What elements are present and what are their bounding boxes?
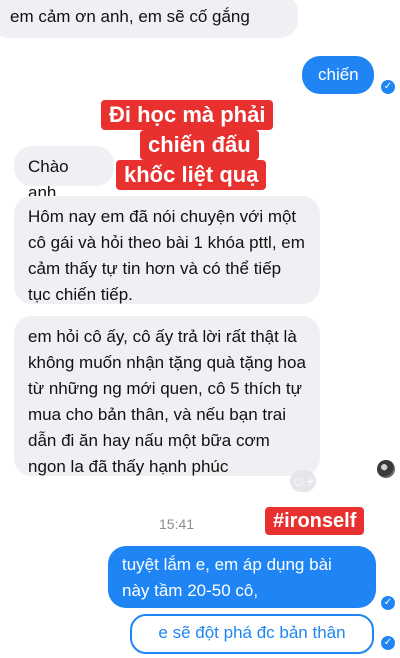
message-text: Hôm nay em đã nói chuyện với một cô gái …	[28, 207, 305, 304]
message-text: em hỏi cô ấy, cô ấy trả lời rất thật là …	[28, 327, 306, 476]
caption-line-2: chiến đấu	[140, 130, 259, 160]
hashtag-badge: #ironself	[265, 507, 365, 535]
incoming-message: Chào anh	[14, 146, 114, 202]
message-text: chiến	[318, 65, 359, 84]
caption-line-3: khốc liệt quạ	[116, 160, 267, 190]
outgoing-message: chiến	[302, 56, 374, 94]
outgoing-message: e sẽ đột phá đc bản thân	[130, 614, 374, 654]
message-text: tuyệt lắm e, em áp dụng bài này tầm 20-5…	[122, 555, 332, 600]
timestamp: 15:41	[159, 516, 195, 532]
outgoing-message: tuyệt lắm e, em áp dụng bài này tầm 20-5…	[108, 546, 376, 608]
add-reaction-button[interactable]: ☺+	[290, 470, 316, 492]
message-text: e sẽ đột phá đc bản thân	[158, 623, 346, 642]
caption-line-1: Đi học mà phải	[101, 100, 274, 130]
message-text: em cảm ơn anh, em sẽ cố gắng	[10, 7, 250, 26]
read-check-icon: ✓	[381, 636, 395, 650]
read-check-icon: ✓	[381, 80, 395, 94]
incoming-message: Hôm nay em đã nói chuyện với một cô gái …	[14, 196, 320, 304]
seen-avatar	[377, 460, 395, 478]
read-check-icon: ✓	[381, 596, 395, 610]
incoming-message: em cảm ơn anh, em sẽ cố gắng	[0, 0, 298, 38]
incoming-message: em hỏi cô ấy, cô ấy trả lời rất thật là …	[14, 316, 320, 476]
